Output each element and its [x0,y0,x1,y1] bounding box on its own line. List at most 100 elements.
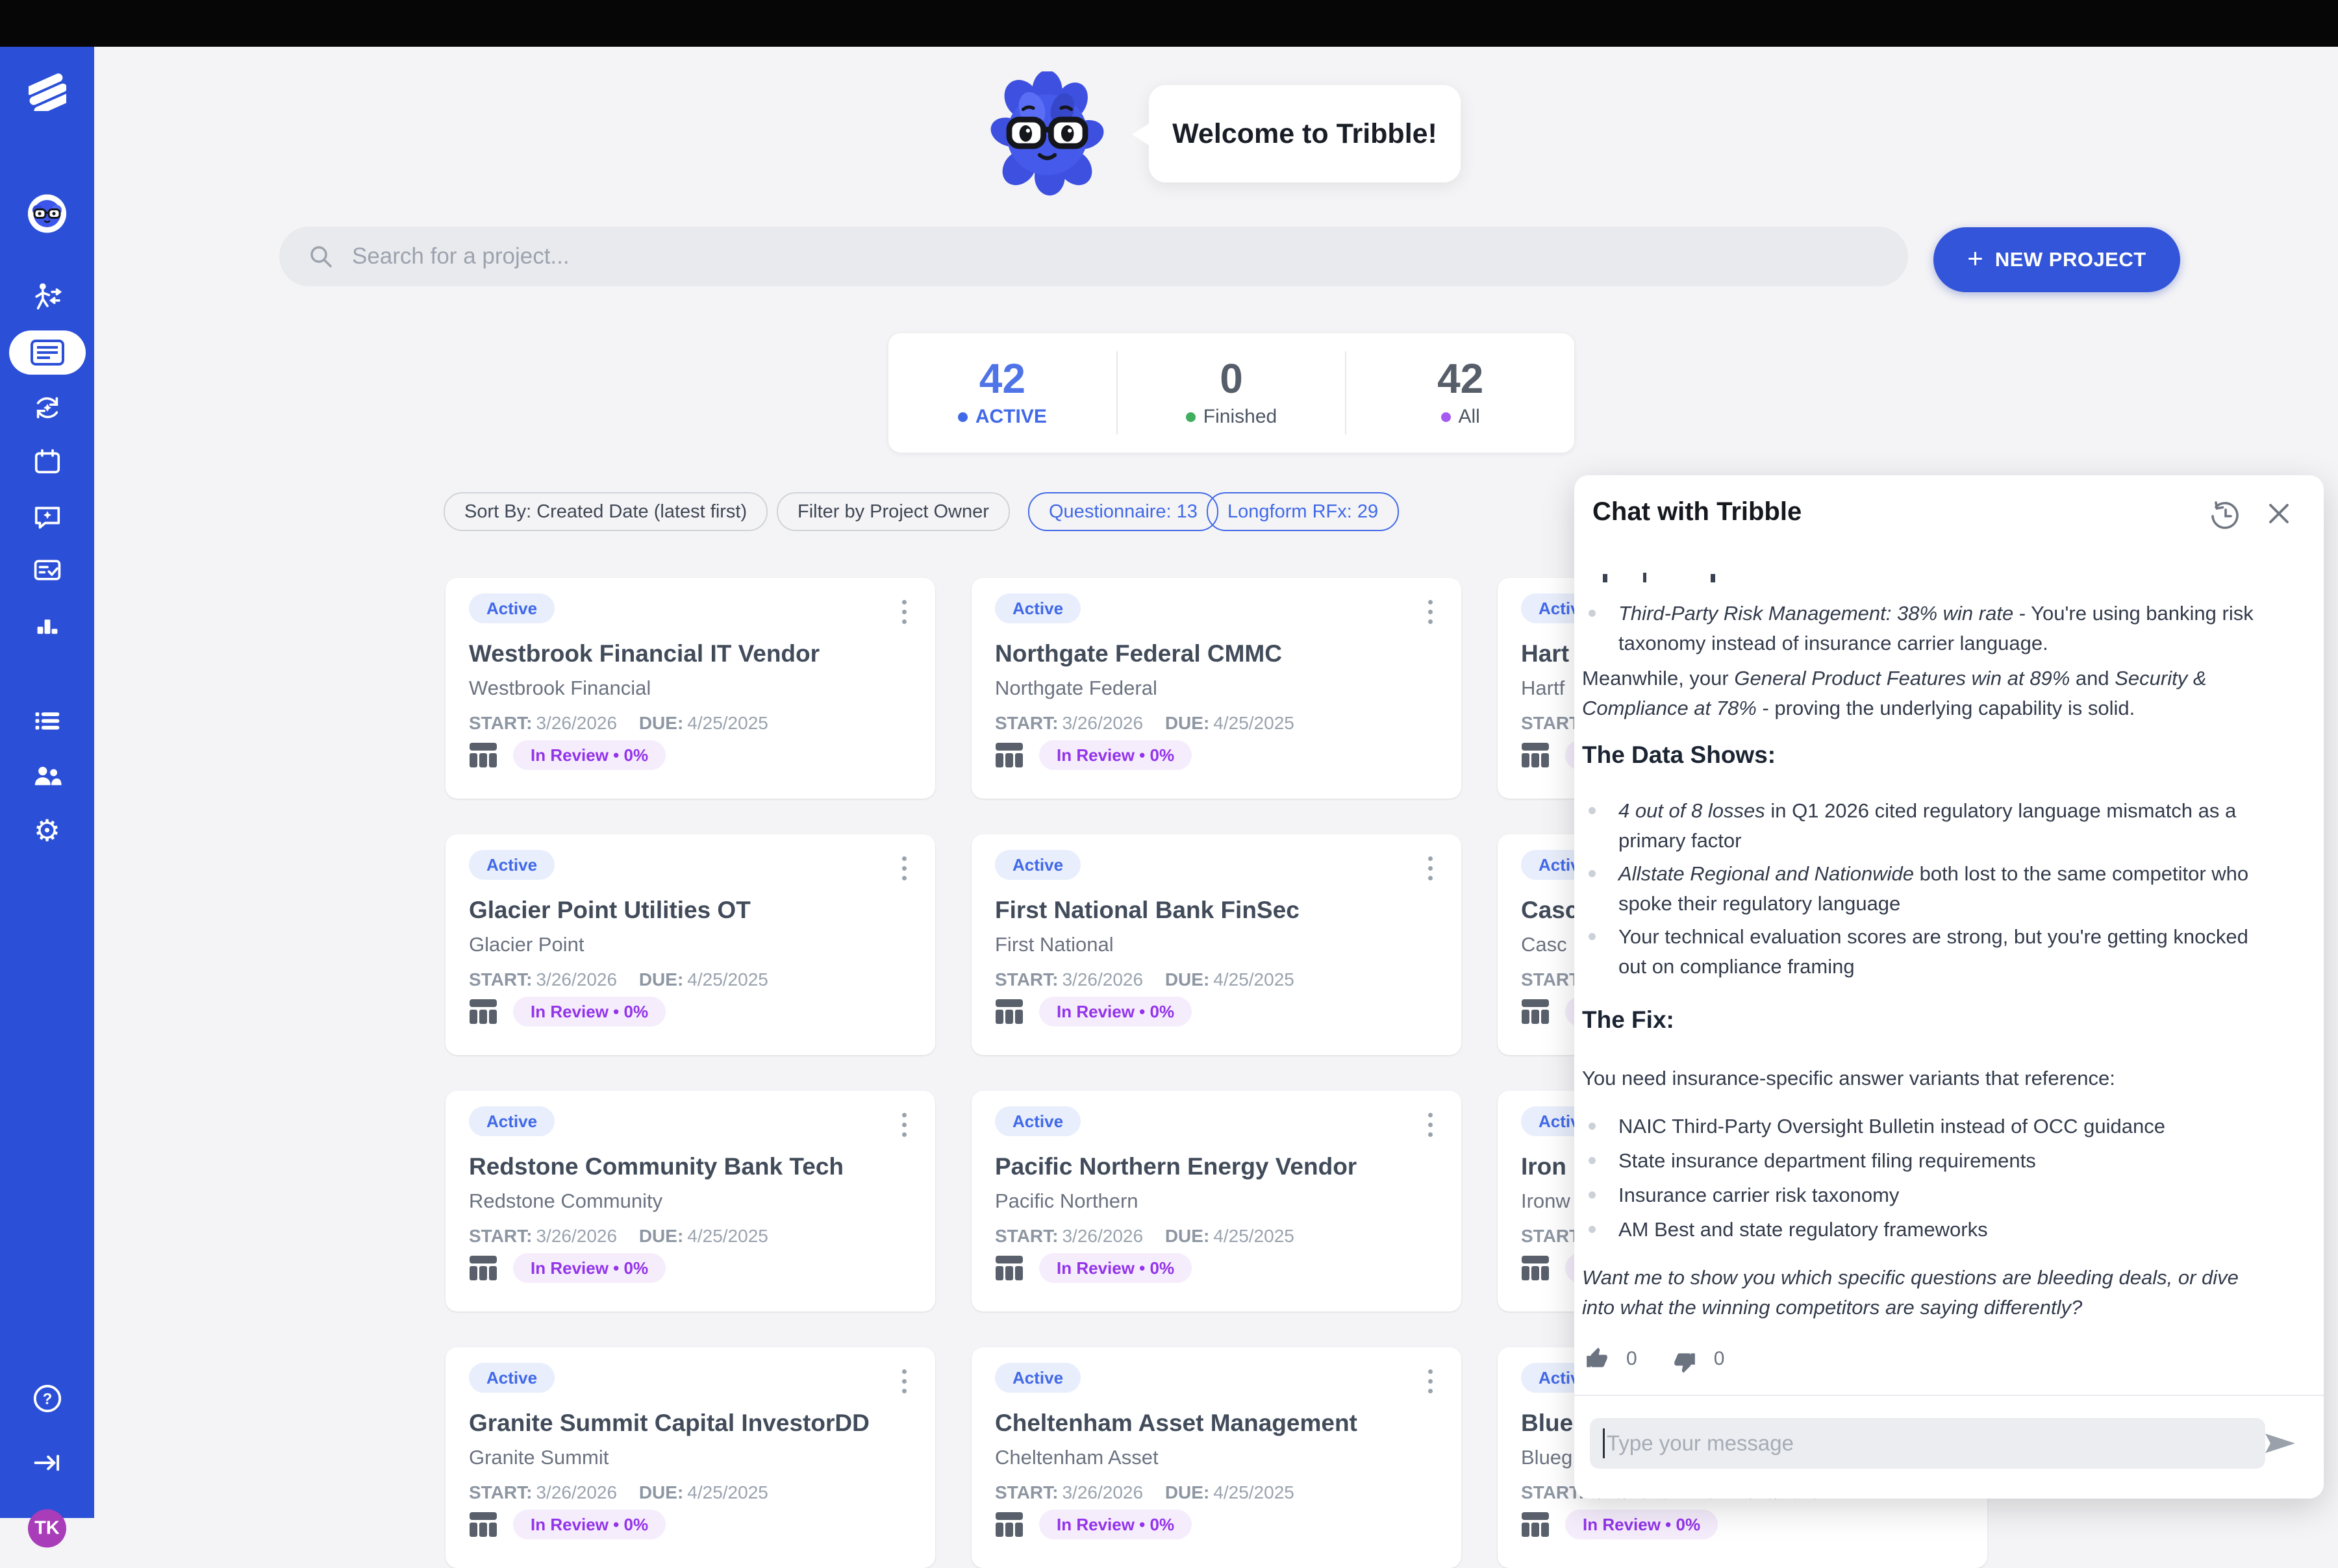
project-title: Casc [1521,897,1578,924]
project-dates: START:3/26/2026 DUE:4/25/2025 [995,1226,1294,1247]
project-company: Glacier Point [469,933,584,956]
history-icon [2208,499,2242,532]
project-card[interactable]: Active Glacier Point Utilities OT Glacie… [446,834,935,1055]
chat-title: Chat with Tribble [1592,497,1802,527]
progress-badge: In Review • 0% [1039,1253,1192,1283]
project-card[interactable]: Active Westbrook Financial IT Vendor Wes… [446,578,935,799]
card-menu-button[interactable] [1417,595,1443,628]
table-icon [1521,1254,1550,1282]
progress-badge: In Review • 0% [513,1253,666,1283]
plus-icon: + [1967,245,1983,272]
feedback-row: 0 0 [1585,1344,1742,1374]
welcome-speech-bubble: Welcome to Tribble! [1149,85,1461,182]
thumbs-up-icon[interactable] [1585,1347,1609,1371]
card-menu-button[interactable] [1417,1108,1443,1141]
project-card[interactable]: Active First National Bank FinSec First … [972,834,1461,1055]
project-search[interactable]: Search for a project... [279,227,1908,286]
sidebar-item-settings[interactable]: ⚙ [0,808,94,853]
sidebar-item-team[interactable] [0,754,94,799]
logo-stripes-icon [29,73,66,111]
progress-badge: In Review • 0% [1039,1510,1192,1539]
stat-all[interactable]: 42 All [1346,333,1574,453]
clipped-text-fragment [1603,574,1607,582]
logout-button[interactable] [0,1440,94,1486]
project-title: Cheltenham Asset Management [995,1410,1357,1437]
tribble-logo-icon[interactable] [0,69,94,115]
table-icon [995,1510,1024,1539]
sidebar-item-chat[interactable] [0,493,94,538]
chat-panel: Chat with Tribble Third-Party Risk Manag… [1574,475,2324,1499]
progress-badge: In Review • 0% [513,740,666,770]
calendar-icon [32,447,62,477]
project-title: Blue [1521,1410,1573,1437]
status-badge: Active [469,1106,555,1136]
project-dates: START:3/26/2026 DUE:4/25/2025 [469,969,768,990]
table-icon [469,1254,497,1282]
like-count: 0 [1626,1348,1637,1370]
chat-sparkle-icon [32,501,62,530]
card-menu-button[interactable] [891,595,917,628]
thumbs-down-icon[interactable] [1672,1349,1697,1374]
close-button[interactable] [2264,499,2298,532]
sidebar-item-onboarding[interactable] [0,275,94,320]
chat-heading: The Data Shows: [1582,740,2263,770]
project-title: First National Bank FinSec [995,897,1300,924]
filter-owner-chip[interactable]: Filter by Project Owner [777,492,1010,531]
project-card[interactable]: Active Redstone Community Bank Tech Reds… [446,1091,935,1312]
sidebar-item-sync[interactable] [0,385,94,430]
mascot-avatar-icon[interactable] [28,195,66,233]
table-icon [469,997,497,1026]
project-title: Glacier Point Utilities OT [469,897,751,924]
status-badge: Active [995,1363,1081,1393]
table-icon [995,997,1024,1026]
divider [1574,1395,2324,1396]
status-badge: Active [995,1106,1081,1136]
logout-arrow-icon [32,1448,62,1478]
project-title: Westbrook Financial IT Vendor [469,640,820,667]
project-card[interactable]: Active Granite Summit Capital InvestorDD… [446,1347,935,1568]
chat-bullet: Insurance carrier risk taxonomy [1618,1180,2261,1210]
longform-rfx-chip[interactable]: Longform RFx: 29 [1207,492,1399,531]
user-avatar[interactable]: TK [28,1510,66,1548]
sidebar-item-list[interactable] [0,699,94,744]
project-company: Hartf [1521,677,1565,700]
stat-active[interactable]: 42 ACTIVE [888,333,1116,453]
sidebar-item-analytics[interactable] [0,603,94,648]
project-dates: START:3/26/2026 DUE:4/25/2025 [995,713,1294,734]
table-icon [1521,741,1550,769]
sidebar-item-calendar[interactable] [0,439,94,484]
sidebar-item-checklist[interactable] [0,547,94,593]
progress-badge: In Review • 0% [513,997,666,1027]
card-menu-button[interactable] [891,851,917,885]
project-card[interactable]: Active Pacific Northern Energy Vendor Pa… [972,1091,1461,1312]
card-menu-button[interactable] [1417,851,1443,885]
chat-message-input[interactable] [1590,1418,2265,1469]
card-menu-button[interactable] [891,1108,917,1141]
chat-heading: The Fix: [1582,1005,2263,1035]
chat-bullet: NAIC Third-Party Oversight Bulletin inst… [1618,1112,2261,1141]
stat-finished[interactable]: 0 Finished [1118,333,1346,453]
text-caret [1603,1428,1605,1458]
project-title: Northgate Federal CMMC [995,640,1282,667]
project-title: Redstone Community Bank Tech [469,1153,844,1180]
list-icon [32,706,62,736]
sort-by-chip[interactable]: Sort By: Created Date (latest first) [444,492,768,531]
project-card[interactable]: Active Northgate Federal CMMC Northgate … [972,578,1461,799]
table-icon [995,741,1024,769]
project-title: Hart [1521,640,1569,667]
history-button[interactable] [2208,499,2242,532]
sidebar-item-projects-active[interactable] [9,330,86,375]
checklist-icon [32,555,62,585]
table-icon [995,1254,1024,1282]
send-button[interactable] [2264,1427,2296,1460]
new-project-button[interactable]: + NEW PROJECT [1933,227,2180,292]
clipped-text-fragment [1711,574,1715,582]
help-button[interactable]: ? [0,1376,94,1421]
table-icon [1521,997,1550,1026]
questionnaire-chip[interactable]: Questionnaire: 13 [1028,492,1218,531]
card-menu-button[interactable] [891,1364,917,1398]
project-dates: START:3/26/2026 DUE:4/25/2025 [469,1226,768,1247]
project-card[interactable]: Active Cheltenham Asset Management Chelt… [972,1347,1461,1568]
tribble-mascot-illustration [984,71,1111,198]
card-menu-button[interactable] [1417,1364,1443,1398]
